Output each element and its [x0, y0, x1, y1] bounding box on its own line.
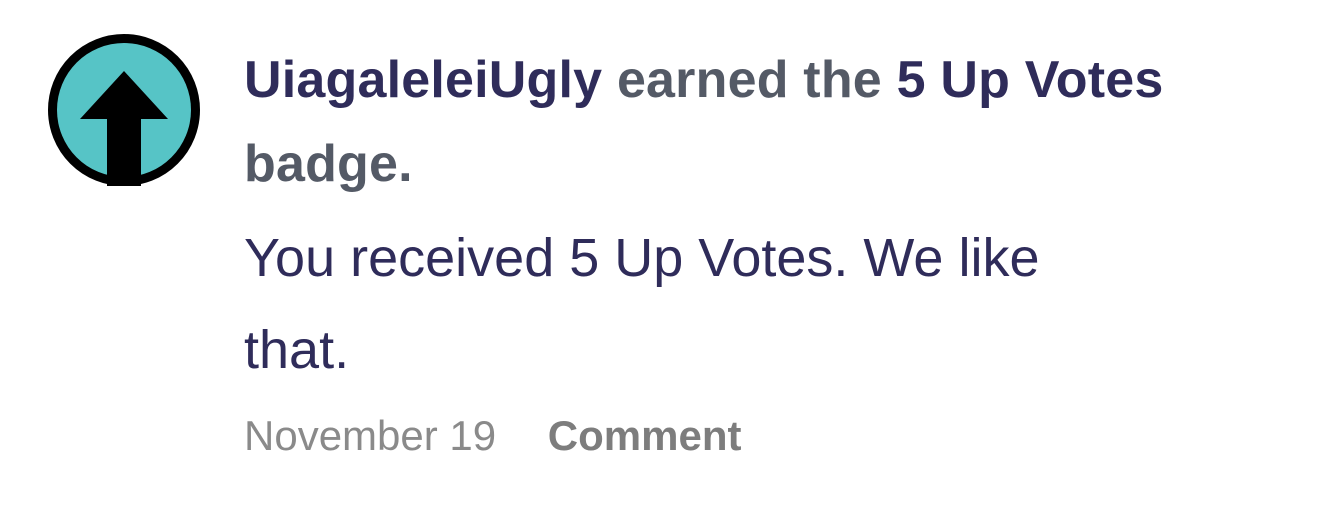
notification-message: You received 5 Up Votes. We like that. — [244, 228, 1040, 380]
notification-headline: UiagaleleiUgly earned the 5 Up Votes bad… — [244, 38, 1304, 206]
earned-text: earned the — [616, 51, 882, 109]
notification-meta: November 19 Comment — [244, 406, 1304, 466]
up-arrow-badge-icon — [48, 34, 200, 186]
username-link[interactable]: UiagaleleiUgly — [244, 51, 602, 109]
notification-content: UiagaleleiUgly earned the 5 Up Votes bad… — [244, 38, 1304, 466]
badge-suffix: badge. — [244, 135, 413, 193]
notification-date: November 19 — [244, 412, 497, 459]
badge-avatar[interactable] — [47, 33, 201, 187]
comment-button[interactable]: Comment — [548, 412, 742, 459]
badge-notification: UiagaleleiUgly earned the 5 Up Votes bad… — [0, 0, 1344, 510]
badge-name-link[interactable]: 5 Up Votes — [897, 51, 1164, 109]
